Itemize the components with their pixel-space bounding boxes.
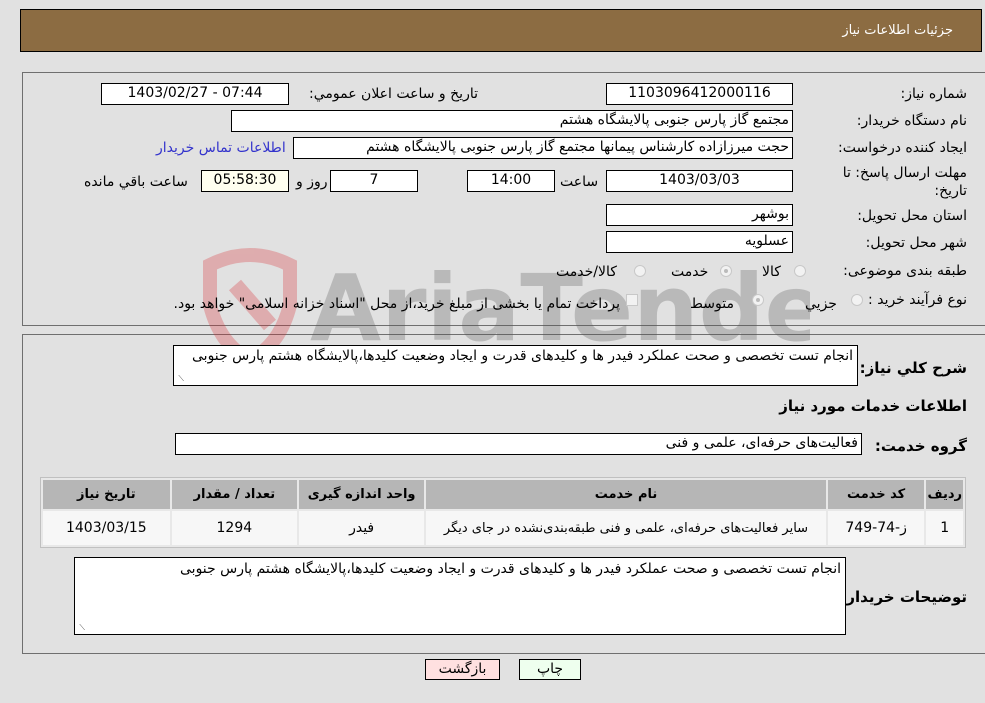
resize-grip-icon[interactable]: ⟋ xyxy=(176,375,184,383)
service-group-field: فعالیت‌های حرفه‌ای، علمی و فنی xyxy=(175,433,862,455)
col-row-number: ردیف xyxy=(926,480,963,509)
col-service-name: نام خدمت xyxy=(426,480,826,509)
category-option-goods: کالا xyxy=(762,264,781,280)
description-text: انجام تست تخصصی و صحت عملکرد فیدر ها و ک… xyxy=(192,348,853,364)
time-remaining-field: 05:58:30 xyxy=(201,170,289,192)
process-option-medium: متوسط xyxy=(690,296,734,312)
category-label: طبقه بندی موضوعی: xyxy=(843,263,967,279)
announce-datetime-field: 1403/02/27 - 07:44 xyxy=(101,83,289,105)
requester-label: ایجاد کننده درخواست: xyxy=(838,140,967,156)
province-label: استان محل تحویل: xyxy=(857,208,967,224)
category-option-goods-service: کالا/خدمت xyxy=(556,264,617,280)
need-number-label: شماره نیاز: xyxy=(900,86,968,102)
buyer-notes-textarea[interactable]: انجام تست تخصصی و صحت عملکرد فیدر ها و ک… xyxy=(74,557,846,635)
page-title: جزئیات اطلاعات نیاز xyxy=(842,23,953,38)
deadline-time-label: ساعت xyxy=(560,174,599,190)
category-option-service: خدمت xyxy=(671,264,709,280)
process-option-minor: جزيي xyxy=(805,296,837,312)
table-row: 1 ز-74-749 سایر فعالیت‌های حرفه‌ای، علمی… xyxy=(43,511,963,545)
buyer-org-label: نام دستگاه خریدار: xyxy=(856,113,967,129)
table-header-row: ردیف کد خدمت نام خدمت واحد اندازه گیری ت… xyxy=(43,480,963,509)
buyer-org-field: مجتمع گاز پارس جنوبی پالایشگاه هشتم xyxy=(231,110,793,132)
requester-field: حجت میرزازاده کارشناس پیمانها مجتمع گاز … xyxy=(293,137,793,159)
city-field: عسلویه xyxy=(606,231,793,253)
buyer-notes-label: توضیحات خریدار: xyxy=(840,588,967,606)
category-radio-service[interactable] xyxy=(720,265,732,277)
services-section-title: اطلاعات خدمات مورد نیاز xyxy=(779,397,967,415)
description-label: شرح كلي نیاز: xyxy=(859,359,967,377)
city-label: شهر محل تحویل: xyxy=(865,235,967,251)
process-type-label: نوع فرآیند خرید : xyxy=(868,292,967,308)
process-radio-medium[interactable] xyxy=(752,294,764,306)
deadline-date-field: 1403/03/03 xyxy=(606,170,793,192)
need-number-field: 1103096412000116 xyxy=(606,83,793,105)
category-radio-goods-service[interactable] xyxy=(634,265,646,277)
deadline-time-field: 14:00 xyxy=(467,170,555,192)
deadline-label: مهلت ارسال پاسخ: تا تاریخ: xyxy=(842,165,967,199)
cell-service-code: ز-74-749 xyxy=(827,511,925,545)
col-quantity: تعداد / مقدار xyxy=(171,480,297,509)
cell-need-date: 1403/03/15 xyxy=(43,511,170,545)
col-need-date: تاریخ نیاز xyxy=(43,480,170,509)
category-radio-goods[interactable] xyxy=(794,265,806,277)
col-unit: واحد اندازه گیری xyxy=(298,480,425,509)
print-button[interactable]: چاپ xyxy=(519,659,581,680)
days-label: روز و xyxy=(296,174,328,190)
province-field: بوشهر xyxy=(606,204,793,226)
back-button[interactable]: بازگشت xyxy=(425,659,500,680)
treasury-bonds-checkbox[interactable] xyxy=(626,294,638,306)
page-header: جزئیات اطلاعات نیاز xyxy=(20,9,982,52)
days-remaining-field: 7 xyxy=(330,170,418,192)
cell-row-number: 1 xyxy=(926,511,963,545)
time-remaining-label: ساعت باقي مانده xyxy=(84,174,188,190)
buyer-contact-link[interactable]: اطلاعات تماس خریدار xyxy=(156,140,286,156)
resize-grip-icon[interactable]: ⟋ xyxy=(77,624,85,632)
announce-datetime-label: تاریخ و ساعت اعلان عمومي: xyxy=(309,86,478,102)
description-textarea[interactable]: انجام تست تخصصی و صحت عملکرد فیدر ها و ک… xyxy=(173,345,858,386)
cell-unit: فیدر xyxy=(298,511,425,545)
col-service-code: کد خدمت xyxy=(827,480,925,509)
process-radio-minor[interactable] xyxy=(851,294,863,306)
cell-service-name: سایر فعالیت‌های حرفه‌ای، علمی و فنی طبقه… xyxy=(426,511,826,545)
buyer-notes-text: انجام تست تخصصی و صحت عملکرد فیدر ها و ک… xyxy=(180,561,841,577)
cell-quantity: 1294 xyxy=(171,511,297,545)
treasury-bonds-label: پرداخت تمام یا بخشی از مبلغ خرید،از محل … xyxy=(173,296,620,312)
services-table: ردیف کد خدمت نام خدمت واحد اندازه گیری ت… xyxy=(40,477,966,548)
service-group-label: گروه خدمت: xyxy=(874,437,967,455)
